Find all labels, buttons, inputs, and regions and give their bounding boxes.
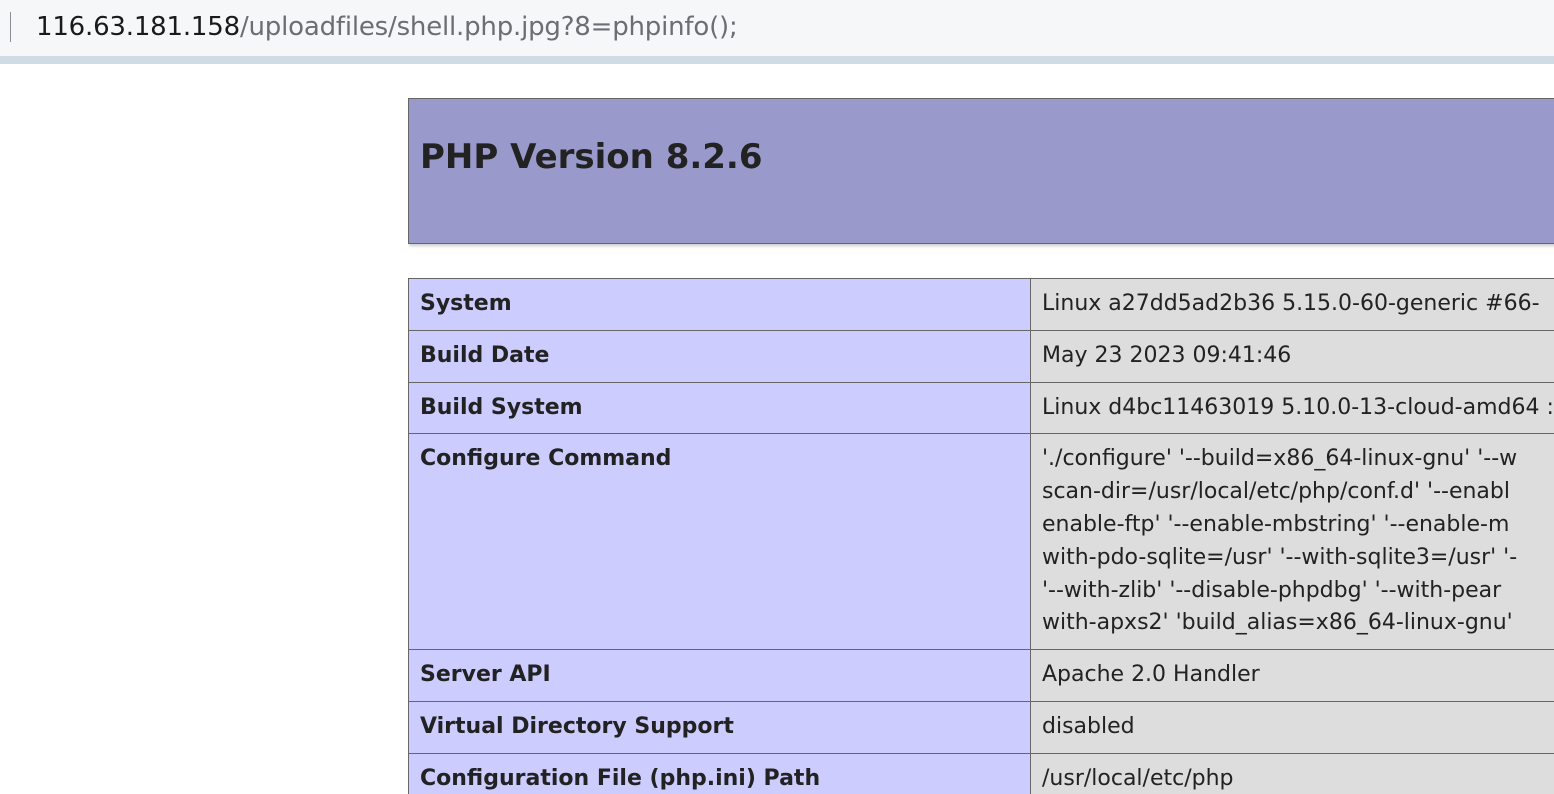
info-table: System Linux a27dd5ad2b36 5.15.0-60-gene… [408,278,1554,794]
value-line: with-pdo-sqlite=/usr' '--with-sqlite3=/u… [1042,544,1518,570]
row-value: Apache 2.0 Handler [1030,649,1554,702]
row-value: './configure' '--build=x86_64-linux-gnu'… [1030,433,1554,651]
url-path: /uploadfiles/shell.php.jpg?8=phpinfo(); [239,12,738,42]
value-line: scan-dir=/usr/local/etc/php/conf.d' '--e… [1042,479,1510,505]
row-value: disabled [1030,700,1554,754]
value-line: Apache 2.0 Handler [1042,662,1260,688]
row-key: Build System [408,381,1031,435]
row-key: System [408,278,1031,331]
value-line: disabled [1042,713,1135,739]
address-bar[interactable]: 116.63.181.158/uploadfiles/shell.php.jpg… [0,0,1554,57]
value-line: './configure' '--build=x86_64-linux-gnu'… [1042,446,1518,472]
value-line: with-apxs2' 'build_alias=x86_64-linux-gn… [1042,610,1513,636]
table-row: Build System Linux d4bc11463019 5.10.0-1… [408,381,1554,435]
url-text[interactable]: 116.63.181.158/uploadfiles/shell.php.jpg… [36,11,738,43]
phpinfo-page: PHP Version 8.2.6 System Linux a27dd5ad2… [408,98,1554,794]
php-version-header: PHP Version 8.2.6 [408,98,1554,244]
row-value: Linux a27dd5ad2b36 5.15.0-60-generic #66… [1030,278,1554,331]
table-row: Configure Command './configure' '--build… [408,433,1554,651]
value-line: enable-ftp' '--enable-mbstring' '--enabl… [1042,511,1510,537]
page-title: PHP Version 8.2.6 [420,137,763,177]
row-key: Server API [408,649,1031,702]
table-row: Virtual Directory Support disabled [408,700,1554,754]
table-row: Server API Apache 2.0 Handler [408,649,1554,702]
value-line: Linux a27dd5ad2b36 5.15.0-60-generic #66… [1042,291,1540,316]
table-row: System Linux a27dd5ad2b36 5.15.0-60-gene… [408,278,1554,331]
row-key: Virtual Directory Support [408,700,1031,754]
row-key: Build Date [408,329,1031,383]
address-bar-divider [0,56,1554,64]
text-cursor [10,12,11,42]
value-line: '--with-zlib' '--disable-phpdbg' '--with… [1042,577,1502,603]
row-value: Linux d4bc11463019 5.10.0-13-cloud-amd64… [1030,381,1554,435]
row-key: Configure Command [408,433,1031,651]
value-line: May 23 2023 09:41:46 [1042,342,1292,368]
row-value: May 23 2023 09:41:46 [1030,329,1554,383]
row-value: /usr/local/etc/php [1030,752,1554,794]
table-row: Configuration File (php.ini) Path /usr/l… [408,752,1554,794]
row-key: Configuration File (php.ini) Path [408,752,1031,794]
value-line: /usr/local/etc/php [1042,765,1234,791]
value-line: Linux d4bc11463019 5.10.0-13-cloud-amd64… [1042,394,1554,420]
table-row: Build Date May 23 2023 09:41:46 [408,329,1554,383]
url-host: 116.63.181.158 [36,12,240,42]
